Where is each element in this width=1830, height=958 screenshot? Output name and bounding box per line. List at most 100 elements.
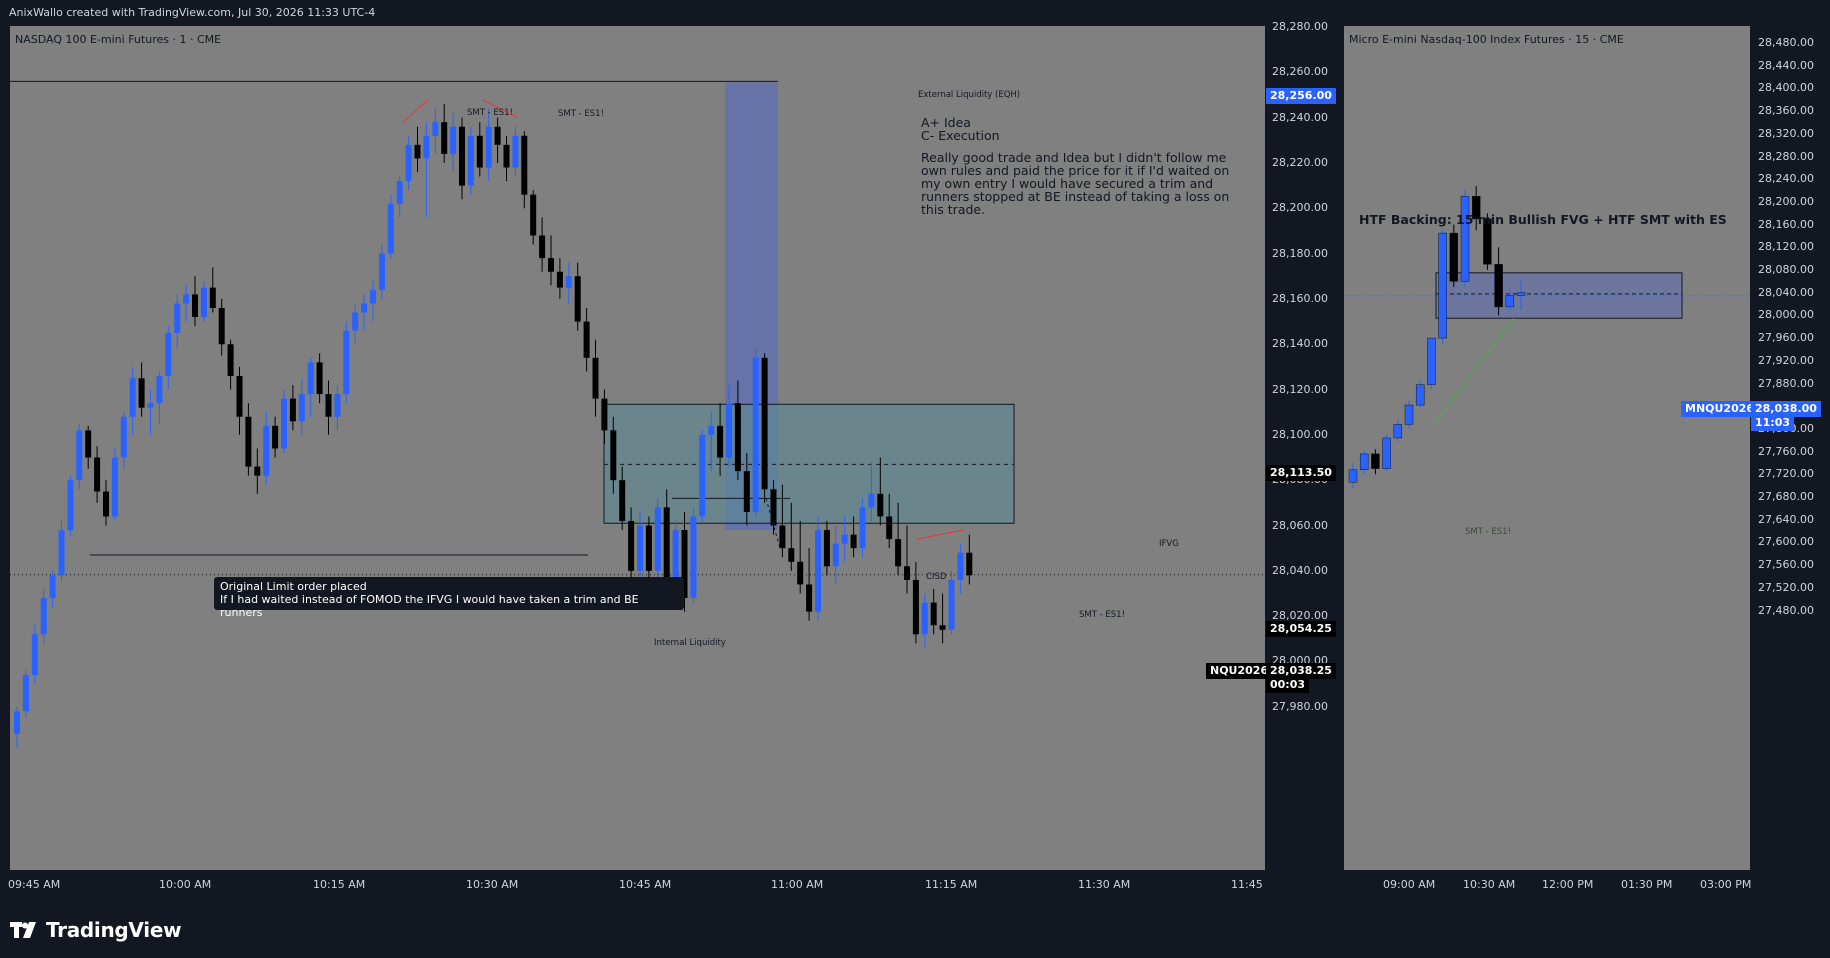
left-time-label: 11:00 AM [771,878,824,891]
candle-body [245,416,252,467]
pane-divider[interactable] [1336,26,1344,898]
left-price-label: 28,160.00 [1272,291,1328,305]
candle-body [183,294,190,304]
right-price-label: 27,520.00 [1758,580,1814,594]
left-time-label: 09:45 AM [8,878,61,891]
candle-body [1449,232,1459,282]
candle-body [103,491,109,517]
candle-body [752,357,759,512]
candle-body [174,303,181,333]
candle-body [352,312,359,331]
right-smt-label: SMT - ES1! [1465,527,1511,537]
candle-body [868,493,875,508]
candle-body [966,552,973,576]
smt-label-2: SMT - ES1! [558,109,604,119]
note-box: A+ Idea C- Execution Really good trade a… [921,116,1229,216]
right-price-label: 28,240.00 [1758,172,1814,186]
candle-body [343,330,350,395]
footer [0,898,1830,958]
candle-body [120,416,127,458]
candle-body [1494,264,1503,308]
candle-body [325,394,332,417]
candle-body [459,126,465,186]
candle-body [307,362,314,395]
right-time-label: 03:00 PM [1700,878,1752,891]
left-price-label: 28,260.00 [1272,65,1328,79]
candle-body [14,711,20,734]
candle-body [263,425,270,476]
candle-body [396,181,403,204]
right-price-label: 28,440.00 [1758,58,1814,72]
left-time-label: 10:45 AM [619,878,672,891]
candle-body [530,194,537,236]
right-price-label: 28,200.00 [1758,194,1814,208]
note-line-5: this trade. [921,202,986,217]
left-time-label: 11:30 AM [1078,878,1131,891]
candle-body [912,579,919,635]
left-price-label: 28,220.00 [1272,155,1328,169]
left-price-label: 28,240.00 [1272,110,1328,124]
candle-body [850,534,857,549]
candle-body [726,403,732,458]
candle-body [432,122,439,136]
smt-label-1: SMT - ES1! [467,108,513,118]
candle-body [601,398,608,431]
ifvg-label: IFVG [1159,539,1179,549]
candle-body [94,457,101,492]
eqh-price-tag: 28,256.00 [1266,88,1336,104]
candle-body [370,289,376,304]
right-price-label: 28,400.00 [1758,81,1814,95]
right-price-label: 28,480.00 [1758,36,1814,49]
note-title-2: C- Execution [921,128,1000,143]
candle-body [1382,437,1391,469]
candle-body [467,135,474,186]
candle-body [565,276,572,288]
ifvg-box [603,403,1015,524]
right-price-label: 28,320.00 [1758,126,1814,140]
candle-body [405,144,412,182]
candle-body [147,403,154,408]
right-price-label: 27,880.00 [1758,376,1814,390]
candle-body [441,122,448,154]
candle-body [521,135,528,195]
candle-body [788,548,795,562]
left-price-label: 28,120.00 [1272,382,1328,396]
candle-body [886,516,893,540]
candle-body [485,126,492,168]
candle-body [734,403,741,472]
left-price-label: 27,980.00 [1272,699,1328,713]
right-time-label: 01:30 PM [1621,878,1673,891]
right-price-label: 27,960.00 [1758,331,1814,345]
tradingview-logo[interactable]: TradingView [10,918,182,942]
left-price-label: 28,140.00 [1272,337,1328,351]
nq-countdown-tag: 00:03 [1266,677,1310,693]
candle-body [138,378,145,408]
internal-liquidity-label: Internal Liquidity [654,638,726,648]
candle-body [1415,384,1425,406]
candle-body [556,271,563,288]
right-time-label: 09:00 AM [1383,878,1436,891]
right-chart-canvas[interactable] [1344,26,1750,870]
candle-body [272,425,279,449]
candle-body [218,307,225,345]
candle-body [637,525,643,571]
candle-body [476,135,483,168]
candle-body [574,276,581,322]
candle-body [494,126,501,145]
candle-body [815,530,821,612]
candle-body [298,394,305,422]
right-price-label: 28,360.00 [1758,104,1814,118]
right-price-label: 27,560.00 [1758,558,1814,572]
candle-body [690,516,697,599]
candle-body [111,457,118,517]
candle-body [628,520,635,571]
mnq-countdown-tag: 11:03 [1751,415,1795,431]
candle-body [761,357,768,490]
left-price-label: 28,180.00 [1272,246,1328,260]
candle-body [583,321,590,358]
candle-body [957,552,964,580]
candle-body [859,507,866,549]
left-time-label: 10:00 AM [159,878,212,891]
candle-body [1516,292,1526,296]
candle-body [40,598,47,635]
